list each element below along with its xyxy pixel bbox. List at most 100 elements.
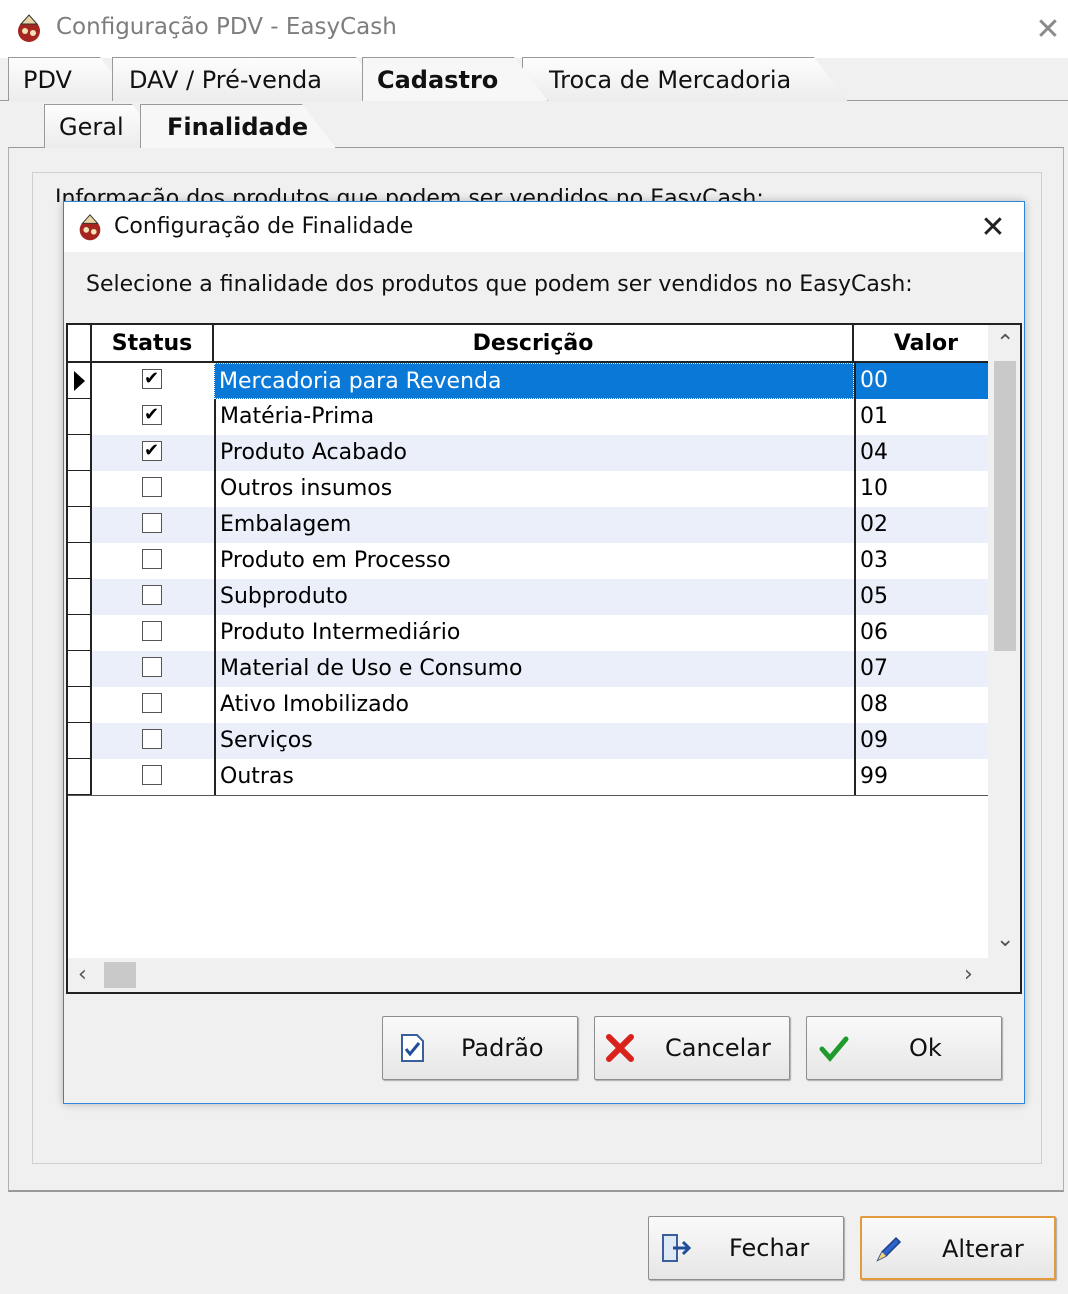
table-row[interactable]: Serviços 09 xyxy=(92,723,988,759)
status-cell xyxy=(92,651,214,687)
valor-cell[interactable]: 06 xyxy=(854,615,988,651)
valor-cell[interactable]: 03 xyxy=(854,543,988,579)
horizontal-scrollbar[interactable]: ‹ › xyxy=(68,958,1020,992)
chevron-left-icon[interactable]: ‹ xyxy=(78,964,87,986)
row-indicator[interactable] xyxy=(68,579,92,615)
ok-button[interactable]: Ok xyxy=(806,1016,1002,1080)
tab-dav-pre-venda[interactable]: DAV / Pré-venda xyxy=(112,57,390,101)
pen-icon xyxy=(876,1236,902,1262)
status-checkbox[interactable] xyxy=(142,693,162,713)
vertical-scrollbar[interactable]: ⌃ ⌄ xyxy=(988,325,1020,958)
table-row[interactable]: Outras 99 xyxy=(92,759,988,795)
fechar-button[interactable]: Fechar xyxy=(648,1216,844,1280)
status-checkbox[interactable] xyxy=(142,364,162,394)
tab-cadastro[interactable]: Cadastro xyxy=(362,57,548,101)
status-checkbox[interactable] xyxy=(142,436,162,466)
descricao-cell[interactable]: Material de Uso e Consumo xyxy=(214,651,854,687)
table-row[interactable]: Produto Acabado04 xyxy=(92,435,988,471)
dialog-instruction: Selecione a finalidade dos produtos que … xyxy=(86,272,913,297)
row-indicator[interactable] xyxy=(68,543,92,579)
chevron-right-icon[interactable]: › xyxy=(964,964,973,986)
table-row[interactable]: Embalagem 02 xyxy=(92,507,988,543)
table-row[interactable]: Matéria-Prima01 xyxy=(92,399,988,435)
row-indicator[interactable] xyxy=(68,507,92,543)
valor-cell[interactable]: 05 xyxy=(854,579,988,615)
valor-cell[interactable]: 01 xyxy=(854,399,988,435)
window-title: Configuração PDV - EasyCash xyxy=(56,14,397,40)
close-icon[interactable]: ✕ xyxy=(1028,10,1068,50)
status-cell xyxy=(92,363,214,399)
status-checkbox[interactable] xyxy=(142,765,162,785)
row-indicator[interactable] xyxy=(68,651,92,687)
row-indicator[interactable] xyxy=(68,435,92,471)
row-indicator[interactable] xyxy=(68,615,92,651)
table-row[interactable]: Material de Uso e Consumo 07 xyxy=(92,651,988,687)
green-check-icon xyxy=(819,1036,849,1062)
status-checkbox[interactable] xyxy=(142,549,162,569)
descricao-cell[interactable]: Outros insumos xyxy=(214,471,854,507)
descricao-cell[interactable]: Produto Intermediário xyxy=(214,615,854,651)
chevron-up-icon[interactable]: ⌃ xyxy=(996,333,1014,355)
table-row[interactable]: Mercadoria para Revenda00 xyxy=(92,363,988,399)
valor-cell[interactable]: 02 xyxy=(854,507,988,543)
status-cell xyxy=(92,471,214,507)
row-indicator[interactable] xyxy=(68,399,92,435)
status-checkbox[interactable] xyxy=(142,621,162,641)
close-icon[interactable]: ✕ xyxy=(969,207,1017,249)
scrollbar-thumb[interactable] xyxy=(994,361,1016,651)
table-row[interactable]: Produto Intermediário 06 xyxy=(92,615,988,651)
tab-troca-de-mercadoria[interactable]: Troca de Mercadoria xyxy=(522,57,848,101)
current-row-arrow-icon xyxy=(74,371,85,391)
chevron-down-icon[interactable]: ⌄ xyxy=(996,929,1014,951)
descricao-cell[interactable]: Serviços xyxy=(214,723,854,759)
descricao-cell[interactable]: Produto Acabado xyxy=(214,435,854,471)
table-row[interactable]: Produto em Processo 03 xyxy=(92,543,988,579)
valor-cell[interactable]: 99 xyxy=(854,759,988,795)
table-row[interactable]: Subproduto 05 xyxy=(92,579,988,615)
column-header-status[interactable]: Status xyxy=(92,325,214,363)
obscured-instruction-text: Informação dos produtos que podem ser ve… xyxy=(55,186,764,202)
button-label: Fechar xyxy=(729,1234,810,1262)
row-indicator[interactable] xyxy=(68,723,92,759)
descricao-cell[interactable]: Matéria-Prima xyxy=(214,399,854,435)
cancelar-button[interactable]: Cancelar xyxy=(594,1016,790,1080)
alterar-button[interactable]: Alterar xyxy=(860,1216,1056,1280)
tab-finalidade[interactable]: Finalidade xyxy=(140,104,336,148)
status-checkbox[interactable] xyxy=(142,657,162,677)
status-checkbox[interactable] xyxy=(142,729,162,749)
padrao-button[interactable]: Padrão xyxy=(382,1016,578,1080)
valor-cell[interactable]: 00 xyxy=(854,363,988,399)
table-row[interactable]: Ativo Imobilizado 08 xyxy=(92,687,988,723)
tab-label: Geral xyxy=(59,113,124,141)
descricao-cell[interactable]: Embalagem xyxy=(214,507,854,543)
row-indicator[interactable] xyxy=(68,687,92,723)
table-row[interactable]: Outros insumos 10 xyxy=(92,471,988,507)
valor-cell[interactable]: 08 xyxy=(854,687,988,723)
descricao-cell[interactable]: Subproduto xyxy=(214,579,854,615)
status-cell xyxy=(92,687,214,723)
status-checkbox[interactable] xyxy=(142,585,162,605)
descricao-cell[interactable]: Produto em Processo xyxy=(214,543,854,579)
button-label: Alterar xyxy=(942,1235,1024,1263)
valor-cell[interactable]: 07 xyxy=(854,651,988,687)
descricao-cell[interactable]: Outras xyxy=(214,759,854,795)
status-checkbox[interactable] xyxy=(142,400,162,430)
finalidade-grid[interactable]: Status Descrição Valor Mercadoria para R… xyxy=(66,323,1022,994)
descricao-cell[interactable]: Mercadoria para Revenda xyxy=(214,363,854,399)
row-indicator[interactable] xyxy=(68,363,92,399)
valor-cell[interactable]: 10 xyxy=(854,471,988,507)
window-titlebar: Configuração PDV - EasyCash ✕ xyxy=(0,0,1068,58)
status-checkbox[interactable] xyxy=(142,513,162,533)
valor-cell[interactable]: 04 xyxy=(854,435,988,471)
status-checkbox[interactable] xyxy=(142,477,162,497)
column-header-descricao[interactable]: Descrição xyxy=(214,325,854,363)
row-indicator[interactable] xyxy=(68,759,92,795)
scrollbar-thumb[interactable] xyxy=(104,962,136,988)
button-label: Ok xyxy=(909,1034,942,1062)
column-header-valor[interactable]: Valor xyxy=(854,325,988,363)
valor-cell[interactable]: 09 xyxy=(854,723,988,759)
row-indicator[interactable] xyxy=(68,471,92,507)
dialog-title: Configuração de Finalidade xyxy=(114,214,414,239)
descricao-cell[interactable]: Ativo Imobilizado xyxy=(214,687,854,723)
tab-label: Finalidade xyxy=(167,113,309,141)
